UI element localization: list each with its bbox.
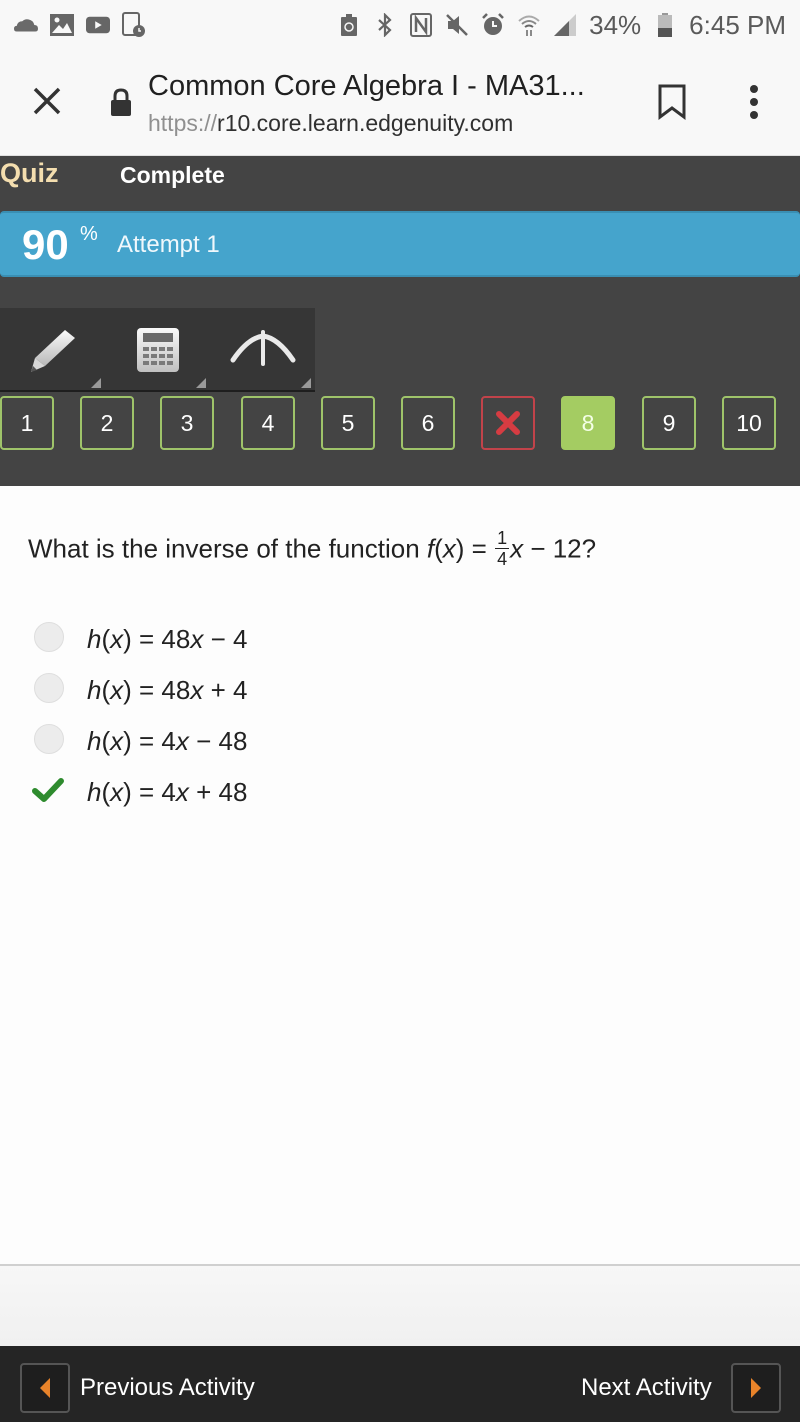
question-5-button[interactable]: 5 (321, 396, 375, 450)
page-title[interactable]: Common Core Algebra I - MA31... (148, 70, 585, 103)
alarm-icon (481, 13, 505, 37)
answer-text: h(x) = 48x − 4 (87, 624, 248, 654)
answer-option-3[interactable]: h(x) = 4x − 48 (30, 720, 430, 771)
calculator-tool-button[interactable] (105, 308, 210, 392)
bookmark-icon (658, 84, 686, 120)
nfc-icon (409, 13, 433, 37)
tablet-clock-icon (122, 12, 146, 37)
question-eq: ) = (455, 533, 495, 564)
quiz-header: Quiz Complete 90 % Attempt 1 1 2 3 4 5 6… (0, 156, 800, 486)
mute-icon (445, 13, 469, 37)
question-navigator: 1 2 3 4 5 6 8 9 10 (0, 396, 800, 450)
next-activity-label[interactable]: Next Activity (581, 1374, 712, 1402)
radio-button[interactable] (34, 673, 64, 703)
quiz-label: Quiz (0, 158, 59, 188)
question-suffix: − 12? (523, 533, 597, 564)
answer-option-1[interactable]: h(x) = 48x − 4 (30, 618, 430, 669)
question-1-button[interactable]: 1 (0, 396, 54, 450)
quiz-status: Complete (120, 162, 225, 188)
answer-choices: h(x) = 48x − 4 h(x) = 48x + 4 h(x) = 4x … (30, 618, 430, 822)
question-4-button[interactable]: 4 (241, 396, 295, 450)
more-vert-icon (750, 85, 758, 119)
question-3-button[interactable]: 3 (160, 396, 214, 450)
arrow-right-icon (751, 1378, 761, 1398)
close-tab-button[interactable] (30, 84, 64, 118)
cloud-icon (14, 13, 38, 37)
formula-icon (230, 330, 295, 366)
score-unit: % (80, 223, 98, 245)
answer-option-2[interactable]: h(x) = 48x + 4 (30, 669, 430, 720)
bluetooth-icon (373, 13, 397, 37)
tool-bar (0, 308, 315, 392)
question-8-button[interactable]: 8 (561, 396, 615, 450)
footer-spacer (0, 1264, 800, 1346)
tool-dropdown-indicator (301, 378, 311, 388)
youtube-icon (86, 13, 110, 37)
battery-saver-icon (337, 13, 361, 37)
answer-text: h(x) = 48x + 4 (87, 675, 248, 705)
score-value: 90 (22, 221, 69, 268)
question-func: f (426, 533, 435, 564)
wifi-icon (517, 13, 541, 37)
question-10-button[interactable]: 10 (722, 396, 776, 450)
url-scheme: https:// (148, 110, 218, 136)
question-7-button[interactable] (481, 396, 535, 450)
page-url[interactable]: https://r10.core.learn.edgenuity.com (148, 110, 513, 137)
answer-text: h(x) = 4x + 48 (87, 777, 248, 807)
previous-activity-label[interactable]: Previous Activity (80, 1374, 255, 1402)
close-icon (33, 87, 61, 115)
question-prefix: What is the inverse of the function (28, 533, 427, 564)
fraction-denominator: 4 (497, 549, 508, 569)
score-bar: 90 % Attempt 1 (0, 211, 800, 277)
activity-navigation-bar: Previous Activity Next Activity (0, 1346, 800, 1422)
fraction-numerator: 1 (495, 528, 510, 549)
question-6-button[interactable]: 6 (401, 396, 455, 450)
browser-toolbar: Common Core Algebra I - MA31... https://… (0, 50, 800, 156)
status-bar: 34% 6:45 PM (0, 0, 800, 50)
previous-activity-button[interactable] (20, 1363, 70, 1413)
radio-button[interactable] (34, 622, 64, 652)
attempt-label: Attempt 1 (117, 231, 220, 258)
signal-icon (553, 13, 577, 37)
arrow-left-icon (40, 1378, 50, 1398)
battery-percent: 34% (589, 9, 642, 40)
question-text: What is the inverse of the function f(x)… (28, 528, 597, 569)
image-icon (50, 13, 74, 37)
fraction: 14 (495, 528, 510, 569)
radio-button[interactable] (34, 724, 64, 754)
incorrect-x-icon (496, 411, 520, 435)
question-2-button[interactable]: 2 (80, 396, 134, 450)
lock-icon[interactable] (110, 88, 132, 116)
battery-icon (653, 13, 677, 37)
tool-dropdown-indicator (91, 378, 101, 388)
overflow-menu-button[interactable] (745, 84, 763, 120)
answer-text: h(x) = 4x − 48 (87, 726, 248, 756)
next-activity-button[interactable] (731, 1363, 781, 1413)
tool-dropdown-indicator (196, 378, 206, 388)
answer-option-4[interactable]: h(x) = 4x + 48 (30, 771, 430, 822)
pencil-tool-button[interactable] (0, 308, 105, 392)
formula-tool-button[interactable] (210, 308, 315, 392)
url-host: r10.core.learn.edgenuity.com (217, 110, 514, 136)
question-9-button[interactable]: 9 (642, 396, 696, 450)
question-var: x (510, 533, 524, 564)
question-var: x (442, 533, 456, 564)
clock: 6:45 PM (689, 9, 786, 40)
checkmark-icon (32, 778, 64, 802)
calculator-icon (136, 328, 179, 372)
bookmark-button[interactable] (657, 84, 687, 120)
pencil-icon (30, 330, 75, 372)
